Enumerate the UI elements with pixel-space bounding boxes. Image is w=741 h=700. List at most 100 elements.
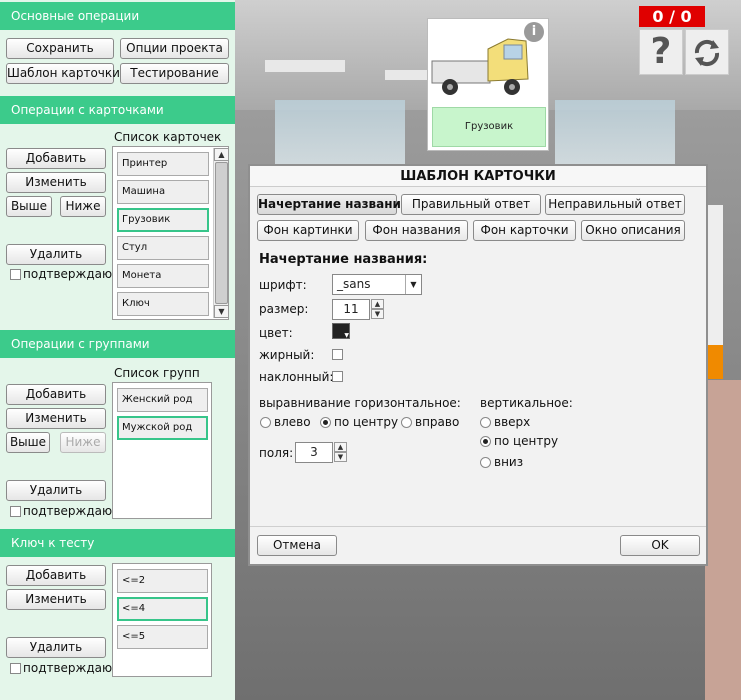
halign-label: выравнивание горизонтальное:: [259, 396, 461, 410]
list-item-selected[interactable]: <=4: [117, 597, 208, 621]
halign-center-label: по центру: [334, 415, 399, 429]
testing-button[interactable]: Тестирование: [120, 63, 229, 84]
groups-ops-header: Операции с группами: [0, 330, 235, 358]
size-up-icon[interactable]: ▲: [371, 299, 384, 309]
group-add-button[interactable]: Добавить: [6, 384, 106, 405]
scroll-thumb[interactable]: [215, 162, 228, 304]
card-down-button[interactable]: Ниже: [60, 196, 106, 217]
valign-bottom-label: вниз: [494, 455, 524, 469]
key-add-button[interactable]: Добавить: [6, 565, 106, 586]
group-up-button[interactable]: Выше: [6, 432, 50, 453]
card-confirm-label: подтверждаю: [23, 267, 113, 281]
list-item[interactable]: <=5: [117, 625, 208, 649]
groups-listbox: Женский род Мужской род: [112, 382, 212, 519]
bold-label: жирный:: [259, 348, 315, 362]
chevron-down-icon[interactable]: ▼: [405, 275, 421, 294]
valign-bottom-radio[interactable]: [480, 457, 491, 468]
card-confirm-checkbox[interactable]: [10, 269, 21, 280]
card-up-button[interactable]: Выше: [6, 196, 52, 217]
halign-left-radio[interactable]: [260, 417, 271, 428]
valign-top-label: вверх: [494, 415, 531, 429]
halign-right-radio[interactable]: [401, 417, 412, 428]
color-swatch[interactable]: ▼: [332, 323, 350, 339]
cancel-button[interactable]: Отмена: [257, 535, 337, 556]
card-add-button[interactable]: Добавить: [6, 148, 106, 169]
list-item[interactable]: Женский род: [117, 388, 208, 412]
list-item[interactable]: Машина: [117, 180, 209, 204]
key-listbox: <=2 <=4 <=5: [112, 563, 212, 677]
card-template-button[interactable]: Шаблон карточки: [6, 63, 120, 84]
group-down-button[interactable]: Ниже: [60, 432, 106, 453]
list-item[interactable]: Принтер: [117, 152, 209, 176]
scroll-up-icon[interactable]: ▲: [214, 148, 229, 161]
tab-correct-answer[interactable]: Правильный ответ: [401, 194, 541, 215]
cards-scrollbar[interactable]: ▲ ▼: [213, 148, 229, 318]
ok-button[interactable]: OK: [620, 535, 700, 556]
key-confirm-label: подтверждаю: [23, 661, 113, 675]
italic-label: наклонный:: [259, 370, 334, 384]
cards-list-label: Список карточек: [114, 130, 222, 144]
group-edit-button[interactable]: Изменить: [6, 408, 106, 429]
key-confirm-checkbox[interactable]: [10, 663, 21, 674]
key-header: Ключ к тесту: [0, 529, 235, 557]
tab-image-bg[interactable]: Фон картинки: [257, 220, 359, 241]
info-icon[interactable]: i: [524, 22, 544, 42]
tab-card-bg[interactable]: Фон карточки: [473, 220, 576, 241]
list-item[interactable]: Ключ: [117, 292, 209, 316]
list-item[interactable]: Монета: [117, 264, 209, 288]
refresh-button[interactable]: [685, 29, 729, 75]
valign-label: вертикальное:: [480, 396, 573, 410]
card-template-dialog: ШАБЛОН КАРТОЧКИ Начертание названия Прав…: [248, 164, 708, 566]
tab-wrong-answer[interactable]: Неправильный ответ: [545, 194, 685, 215]
list-item-selected[interactable]: Грузовик: [117, 208, 209, 232]
cards-listbox: Принтер Машина Грузовик Стул Монета Ключ…: [112, 146, 229, 320]
list-item[interactable]: Стул: [117, 236, 209, 260]
cards-ops-header: Операции с карточками: [0, 96, 235, 124]
margin-down-icon[interactable]: ▼: [334, 452, 347, 462]
valign-center-radio[interactable]: [480, 436, 491, 447]
font-value: _sans: [337, 277, 371, 291]
margin-input[interactable]: 3: [295, 442, 333, 463]
save-button[interactable]: Сохранить: [6, 38, 114, 59]
font-select[interactable]: _sans ▼: [332, 274, 422, 295]
color-label: цвет:: [259, 326, 293, 340]
font-label: шрифт:: [259, 278, 307, 292]
size-input[interactable]: 11: [332, 299, 370, 320]
italic-checkbox[interactable]: [332, 371, 343, 382]
chevron-down-icon: ▼: [344, 332, 349, 339]
groups-list-label: Список групп: [114, 366, 200, 380]
halign-right-label: вправо: [415, 415, 460, 429]
card-edit-button[interactable]: Изменить: [6, 172, 106, 193]
card-preview[interactable]: i Грузовик: [427, 18, 549, 151]
halign-center-radio[interactable]: [320, 417, 331, 428]
halign-left-label: влево: [274, 415, 311, 429]
margin-up-icon[interactable]: ▲: [334, 442, 347, 452]
project-options-button[interactable]: Опции проекта: [120, 38, 229, 59]
basic-ops-header: Основные операции: [0, 2, 235, 30]
list-item[interactable]: <=2: [117, 569, 208, 593]
size-down-icon[interactable]: ▼: [371, 309, 384, 319]
help-button[interactable]: ?: [639, 29, 683, 75]
scroll-down-icon[interactable]: ▼: [214, 305, 229, 318]
tab-title-bg[interactable]: Фон названия: [365, 220, 468, 241]
tab-description-window[interactable]: Окно описания: [581, 220, 685, 241]
group-confirm-label: подтверждаю: [23, 504, 113, 518]
group-confirm-checkbox[interactable]: [10, 506, 21, 517]
section-title: Начертание названия:: [259, 252, 428, 267]
valign-top-radio[interactable]: [480, 417, 491, 428]
card-delete-button[interactable]: Удалить: [6, 244, 106, 265]
card-title: Грузовик: [432, 107, 546, 147]
valign-center-label: по центру: [494, 434, 559, 448]
size-label: размер:: [259, 302, 309, 316]
key-delete-button[interactable]: Удалить: [6, 637, 106, 658]
key-edit-button[interactable]: Изменить: [6, 589, 106, 610]
margin-label: поля:: [259, 446, 294, 460]
tab-title-style[interactable]: Начертание названия: [257, 194, 409, 215]
refresh-icon: [694, 39, 720, 67]
question-icon: ?: [650, 31, 672, 72]
score-display: 0 / 0: [639, 6, 705, 27]
group-delete-button[interactable]: Удалить: [6, 480, 106, 501]
list-item-selected[interactable]: Мужской род: [117, 416, 208, 440]
bold-checkbox[interactable]: [332, 349, 343, 360]
left-panel: Основные операции Сохранить Опции проект…: [0, 0, 235, 700]
